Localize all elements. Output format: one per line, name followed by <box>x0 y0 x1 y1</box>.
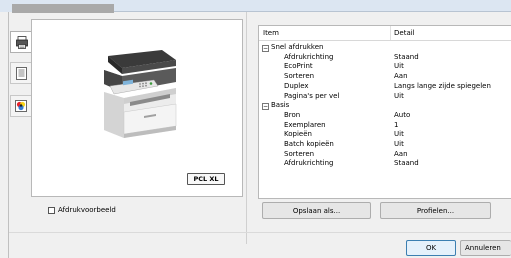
pdl-badge: PCL XL <box>187 173 225 185</box>
print-preview-label: Afdrukvoorbeeld <box>58 206 116 214</box>
table-row[interactable]: Bron Auto <box>259 111 511 121</box>
column-separator[interactable] <box>390 26 391 40</box>
left-rail-divider <box>8 12 9 258</box>
color-icon <box>15 100 27 112</box>
ok-button[interactable]: OK <box>406 240 456 256</box>
collapse-icon[interactable]: − <box>262 44 269 52</box>
sidebar-item-color[interactable] <box>10 95 32 117</box>
table-row-group[interactable]: − Snel afdrukken <box>259 43 511 53</box>
printer-settings-icon <box>15 35 28 49</box>
footer-divider <box>9 232 511 233</box>
column-header-item[interactable]: Item <box>263 29 279 37</box>
settings-table[interactable]: Item Detail − Snel afdrukken Afdrukricht… <box>258 25 511 199</box>
table-row[interactable]: Exemplaren 1 <box>259 121 511 131</box>
collapse-icon[interactable]: − <box>262 102 269 110</box>
cancel-button[interactable]: Annuleren <box>460 240 511 256</box>
sidebar-item-document[interactable] <box>10 62 32 84</box>
table-row[interactable]: Pagina's per vel Uit <box>259 92 511 102</box>
print-preview-checkbox[interactable] <box>48 206 55 214</box>
header-divider <box>114 11 511 12</box>
sidebar-item-printer-settings[interactable] <box>10 31 32 53</box>
table-row[interactable]: Duplex Langs lange zijde spiegelen <box>259 82 511 92</box>
printer-preview-panel: PCL XL <box>31 19 243 197</box>
document-list-icon <box>15 66 27 80</box>
table-row[interactable]: Sorteren Aan <box>259 150 511 160</box>
save-as-button[interactable]: Opslaan als... <box>262 202 371 219</box>
table-row[interactable]: Afdrukrichting Staand <box>259 53 511 63</box>
table-row[interactable]: Batch kopieën Uit <box>259 140 511 150</box>
print-preview-option[interactable]: Afdrukvoorbeeld <box>48 206 116 214</box>
table-row-group[interactable]: − Basis <box>259 101 511 111</box>
header-tab[interactable] <box>12 4 114 13</box>
profiles-button[interactable]: Profielen... <box>380 202 491 219</box>
printer-image <box>104 50 177 138</box>
column-header-detail[interactable]: Detail <box>394 29 415 37</box>
panel-divider <box>246 12 247 244</box>
table-row[interactable]: Afdrukrichting Staand <box>259 159 511 169</box>
table-row[interactable]: EcoPrint Uit <box>259 62 511 72</box>
table-row[interactable]: Kopieën Uit <box>259 130 511 140</box>
table-header: Item Detail <box>259 26 511 41</box>
table-row[interactable]: Sorteren Aan <box>259 72 511 82</box>
